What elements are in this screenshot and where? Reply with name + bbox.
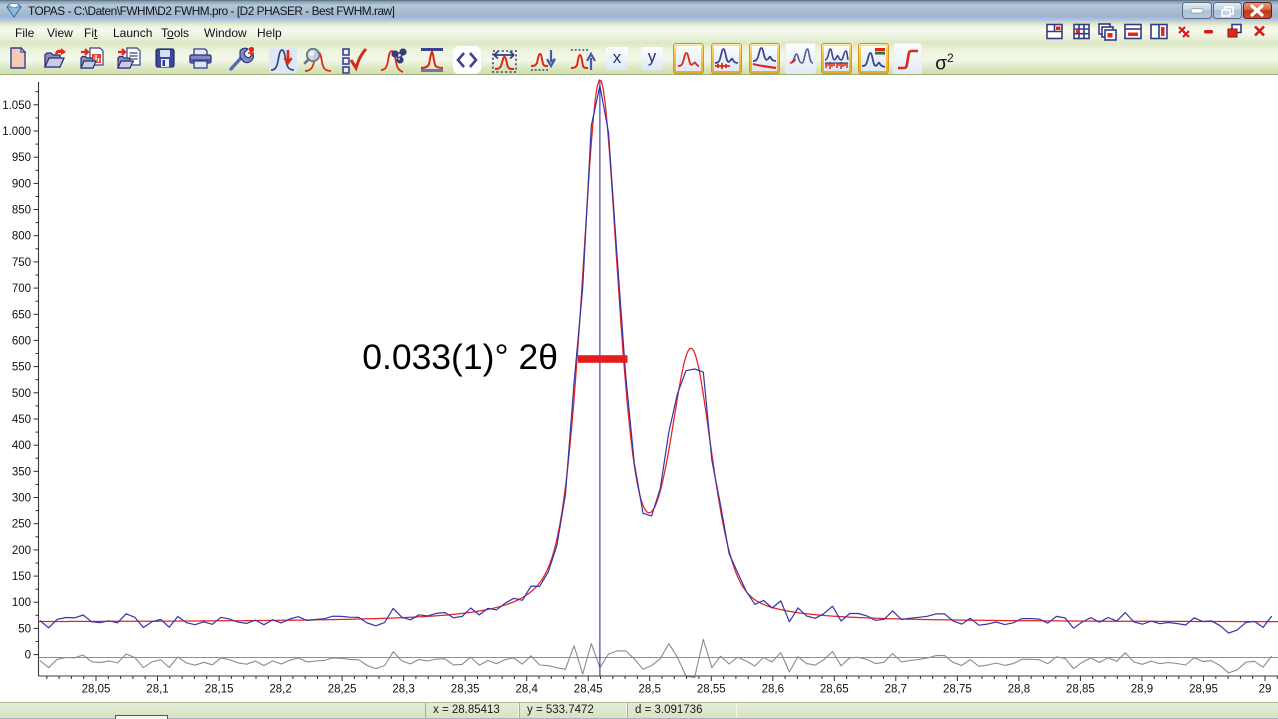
svg-text:0: 0	[25, 650, 31, 662]
svg-text:750: 750	[12, 257, 31, 269]
svg-text:300: 300	[12, 493, 31, 505]
svg-text:28,55: 28,55	[697, 684, 726, 696]
svg-text:350: 350	[12, 466, 31, 478]
svg-text:250: 250	[12, 519, 31, 531]
svg-text:28,95: 28,95	[1189, 684, 1218, 696]
svg-text:100: 100	[12, 597, 31, 609]
svg-text:28,15: 28,15	[205, 684, 234, 696]
svg-text:28,8: 28,8	[1008, 684, 1030, 696]
svg-text:28,9: 28,9	[1131, 684, 1153, 696]
svg-text:28,6: 28,6	[762, 684, 784, 696]
svg-text:29: 29	[1259, 684, 1272, 696]
svg-text:28,1: 28,1	[146, 684, 168, 696]
svg-text:28,65: 28,65	[820, 684, 849, 696]
svg-text:600: 600	[12, 335, 31, 347]
svg-text:1.050: 1.050	[2, 100, 31, 112]
svg-text:1.000: 1.000	[2, 126, 31, 138]
svg-text:28,35: 28,35	[451, 684, 480, 696]
svg-text:28,7: 28,7	[885, 684, 907, 696]
svg-text:150: 150	[12, 571, 31, 583]
svg-text:850: 850	[12, 205, 31, 217]
svg-text:28,3: 28,3	[392, 684, 414, 696]
svg-text:400: 400	[12, 440, 31, 452]
svg-text:28,25: 28,25	[328, 684, 357, 696]
svg-text:0.033(1)° 2θ: 0.033(1)° 2θ	[362, 337, 558, 377]
svg-text:500: 500	[12, 388, 31, 400]
svg-text:650: 650	[12, 309, 31, 321]
svg-text:900: 900	[12, 178, 31, 190]
svg-text:28,05: 28,05	[82, 684, 111, 696]
svg-text:200: 200	[12, 545, 31, 557]
svg-text:800: 800	[12, 231, 31, 243]
svg-text:50: 50	[18, 623, 31, 635]
svg-text:700: 700	[12, 283, 31, 295]
svg-text:450: 450	[12, 414, 31, 426]
svg-text:28,75: 28,75	[943, 684, 972, 696]
svg-text:28,45: 28,45	[574, 684, 603, 696]
svg-text:28,5: 28,5	[639, 684, 661, 696]
svg-text:550: 550	[12, 362, 31, 374]
svg-text:28,2: 28,2	[269, 684, 291, 696]
svg-text:28,85: 28,85	[1066, 684, 1095, 696]
svg-text:950: 950	[12, 152, 31, 164]
svg-text:28,4: 28,4	[516, 684, 539, 696]
